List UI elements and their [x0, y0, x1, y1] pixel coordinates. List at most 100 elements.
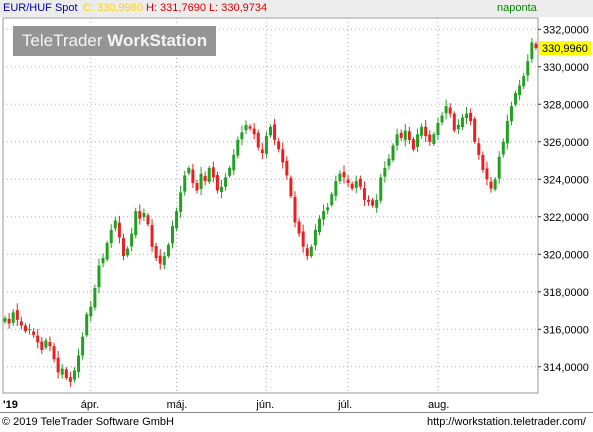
candle-body	[179, 192, 183, 212]
candle-body	[195, 183, 199, 191]
candle-body	[150, 225, 154, 247]
candle-body	[28, 329, 32, 331]
candle-body	[146, 215, 150, 225]
candle-body	[305, 248, 309, 257]
x-tick-label: aug.	[428, 399, 449, 411]
y-tick-label: 320,0000	[543, 249, 589, 261]
candle-body	[301, 231, 305, 247]
period-label[interactable]: naponta	[497, 0, 537, 17]
candle-body	[342, 172, 346, 178]
candle-body	[452, 113, 456, 131]
candle-body	[281, 149, 285, 163]
candle-body	[113, 220, 117, 229]
y-tick-label: 318,0000	[543, 287, 589, 299]
candle-body	[285, 160, 289, 176]
candle-body	[383, 168, 387, 177]
candle-body	[391, 145, 395, 161]
y-tick-label: 322,0000	[543, 212, 589, 224]
x-axis: '19 ápr. máj. jún. júl. aug.	[3, 399, 449, 411]
candle-body	[138, 211, 142, 219]
candle-body	[240, 132, 244, 140]
candle-body	[505, 121, 509, 144]
candle-body	[379, 177, 383, 201]
instrument-name: EUR/HUF Spot	[3, 2, 78, 14]
candle-body	[191, 169, 195, 183]
candle-body	[52, 346, 56, 360]
y-axis: 332,0000 330,0000 328,0000 326,0000 324,0000…	[538, 24, 591, 374]
candle-body	[420, 126, 424, 136]
candle-body	[477, 143, 481, 155]
candle-body	[7, 318, 11, 324]
candle-body	[44, 340, 48, 348]
candle-body	[269, 126, 272, 136]
source-url[interactable]: http://workstation.teletrader.com/	[427, 413, 586, 431]
candle-body	[228, 168, 232, 176]
candle-body	[36, 335, 40, 343]
candle-body	[23, 325, 27, 332]
candle-body	[68, 377, 72, 382]
candle-body	[101, 258, 105, 264]
chart-footer: © 2019 TeleTrader Software GmbH http://w…	[0, 412, 593, 432]
candle-body	[121, 238, 125, 257]
candle-body	[411, 139, 415, 150]
candle-body	[56, 357, 60, 373]
candle-body	[432, 134, 436, 144]
candle-body	[183, 175, 187, 192]
candle-body	[273, 124, 277, 140]
candle-body	[367, 199, 371, 202]
candle-body	[485, 168, 489, 180]
candle-body	[350, 183, 354, 189]
candle-body	[399, 132, 403, 138]
candle-body	[460, 117, 464, 128]
candle-body	[436, 123, 440, 135]
candle-body	[187, 168, 191, 174]
candle-body	[473, 118, 477, 142]
watermark-part1: TeleTrader	[21, 31, 103, 50]
candle-body	[211, 167, 215, 178]
candlestick-series	[3, 37, 538, 387]
candle-body	[297, 221, 301, 234]
x-tick-label: júl.	[337, 399, 352, 411]
candle-body	[105, 243, 109, 260]
candle-body	[456, 124, 460, 129]
candle-body	[72, 370, 76, 380]
candle-body	[15, 310, 19, 320]
candle-body	[48, 342, 52, 347]
y-tick-label: 326,0000	[543, 137, 589, 149]
candle-body	[40, 341, 44, 350]
candle-body	[501, 141, 505, 155]
candle-body	[469, 112, 473, 122]
candle-body	[130, 233, 134, 247]
candle-body	[203, 175, 207, 182]
candle-body	[493, 179, 497, 190]
y-tick-label: 328,0000	[543, 99, 589, 111]
candle-body	[64, 369, 68, 378]
candle-body	[313, 229, 317, 246]
candle-body	[407, 131, 411, 140]
candle-body	[514, 93, 518, 105]
candle-body	[318, 218, 322, 233]
candle-body	[309, 246, 313, 257]
candle-body	[3, 318, 7, 322]
candle-body	[395, 134, 399, 146]
candle-body	[60, 368, 64, 375]
candle-body	[19, 321, 23, 326]
candle-body	[109, 229, 113, 243]
candle-body	[346, 179, 350, 183]
x-tick-label: '19	[3, 399, 18, 411]
y-tick-label: 332,0000	[543, 24, 589, 36]
candle-body	[256, 132, 260, 148]
candle-body	[416, 134, 420, 147]
candle-body	[11, 312, 15, 323]
candle-body	[530, 42, 534, 59]
candle-body	[126, 248, 130, 256]
candle-body	[134, 211, 138, 236]
candle-body	[236, 139, 240, 156]
candle-body	[158, 255, 162, 264]
candle-body	[199, 173, 203, 189]
candle-body	[424, 126, 428, 137]
price-chart: 332,0000 330,0000 328,0000 326,0000 324,0000…	[2, 17, 591, 411]
watermark-part2: WorkStation	[107, 31, 208, 50]
candle-body	[77, 355, 81, 372]
candle-body	[117, 222, 121, 238]
